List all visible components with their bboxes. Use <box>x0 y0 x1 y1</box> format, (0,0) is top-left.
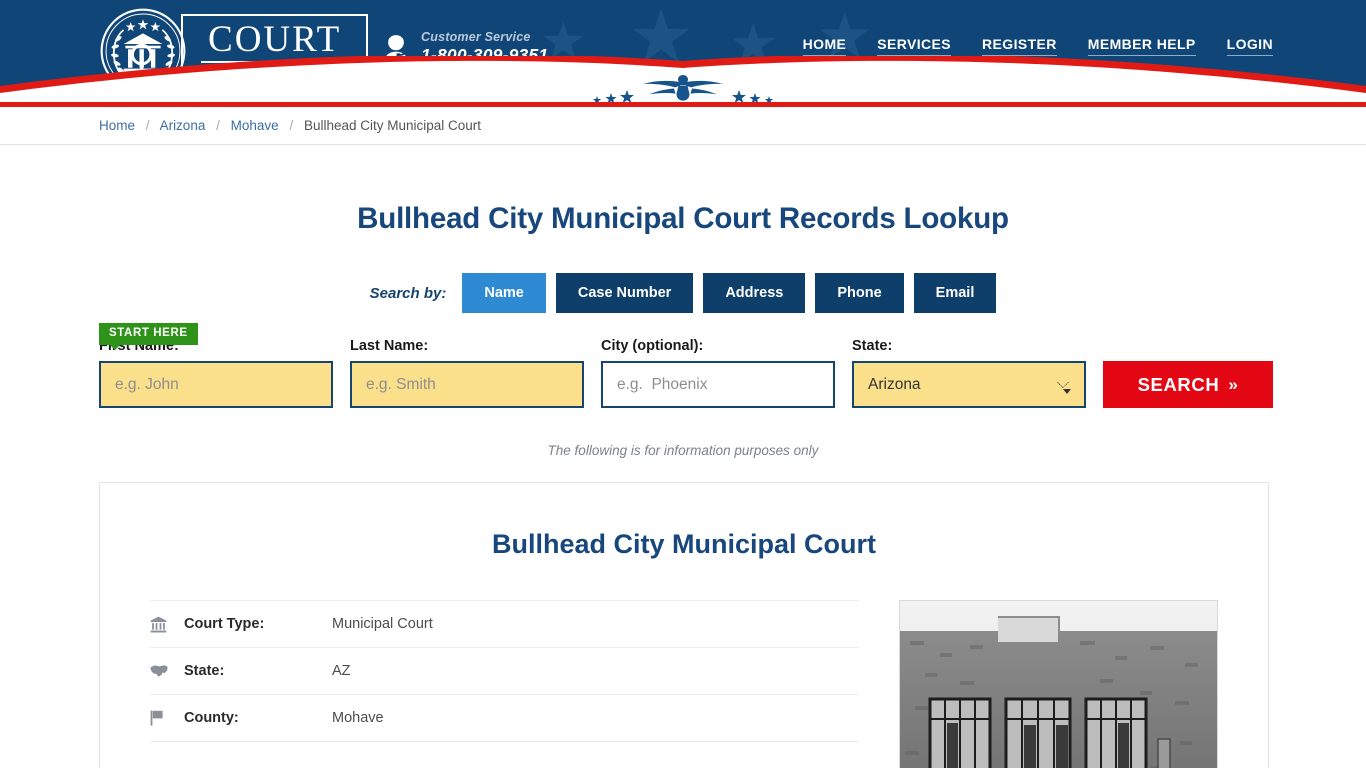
page-title: Bullhead City Municipal Court Records Lo… <box>357 202 1009 235</box>
detail-value: Mohave <box>332 710 384 726</box>
detail-key: State: <box>184 663 225 679</box>
breadcrumb-bar: Home / Arizona / Mohave / Bullhead City … <box>0 107 1366 145</box>
state-field-group: State: Arizona <box>852 338 1086 408</box>
main-navigation: HOME SERVICES REGISTER MEMBER HELP LOGIN <box>802 36 1273 56</box>
table-row: Court Type: Municipal Court <box>150 600 859 647</box>
last-name-label: Last Name: <box>350 338 429 354</box>
nav-item-services[interactable]: SERVICES <box>877 36 952 56</box>
nav-item-login[interactable]: LOGIN <box>1226 36 1273 56</box>
first-name-input[interactable] <box>99 361 333 408</box>
site-logo[interactable]: COURT CASE FINDER <box>99 8 369 94</box>
court-info-card: Bullhead City Municipal Court Court Type… <box>99 482 1269 768</box>
double-chevron-right-icon: » <box>1228 374 1239 394</box>
court-info-body: Court Type: Municipal Court State: AZ Co… <box>150 600 1218 768</box>
city-input[interactable] <box>601 361 835 408</box>
flag-icon <box>150 710 184 726</box>
court-detail-table: Court Type: Municipal Court State: AZ Co… <box>150 600 859 768</box>
breadcrumb-item-home[interactable]: Home <box>99 118 135 133</box>
logo-divider <box>201 61 349 64</box>
logo-sub-text: CASE FINDER <box>204 66 351 81</box>
detail-key: Court Type: <box>184 616 265 632</box>
disclaimer-text: The following is for information purpose… <box>547 443 819 458</box>
customer-service-phone[interactable]: 1-800-309-9351 <box>421 45 548 66</box>
court-seal-icon <box>100 8 186 94</box>
search-by-tabs: Search by: Name Case Number Address Phon… <box>93 273 1273 313</box>
detail-key: County: <box>184 710 239 726</box>
bank-courthouse-icon <box>150 616 184 633</box>
breadcrumb-item-mohave[interactable]: Mohave <box>231 118 279 133</box>
logo-main-text: COURT <box>208 19 342 61</box>
tab-phone[interactable]: Phone <box>815 273 904 313</box>
breadcrumb-separator: / <box>216 118 220 133</box>
search-button[interactable]: SEARCH » <box>1103 361 1273 408</box>
first-name-field-group: First Name: <box>99 338 333 408</box>
table-row-bottom-rule <box>150 741 859 749</box>
tab-email[interactable]: Email <box>913 273 997 313</box>
logo-wordmark: COURT CASE FINDER <box>181 14 369 88</box>
eagle-crest-icon <box>592 75 774 102</box>
search-by-label: Search by: <box>369 284 447 302</box>
start-here-badge: START HERE <box>99 323 198 350</box>
courthouse-building-photo <box>898 600 1218 768</box>
nav-item-register[interactable]: REGISTER <box>982 36 1057 56</box>
search-form: First Name: Last Name: City (optional): … <box>93 338 1273 408</box>
tab-case-number[interactable]: Case Number <box>555 273 694 313</box>
last-name-field-group: Last Name: <box>350 338 584 408</box>
headset-support-icon <box>384 32 408 63</box>
tab-address[interactable]: Address <box>703 273 806 313</box>
customer-service-block[interactable]: Customer Service 1-800-309-9351 <box>381 30 548 66</box>
search-button-label: SEARCH <box>1137 373 1220 395</box>
breadcrumb: Home / Arizona / Mohave / Bullhead City … <box>93 107 1273 144</box>
breadcrumb-item-arizona[interactable]: Arizona <box>160 118 206 133</box>
site-header: ★ ★ ★ ★ COURT CASE FINDER Customer Servi… <box>0 0 1366 102</box>
detail-value: Municipal Court <box>332 616 433 632</box>
state-select[interactable]: Arizona <box>852 361 1086 408</box>
detail-value: AZ <box>332 663 351 679</box>
table-row: County: Mohave <box>150 694 859 741</box>
nav-item-member-help[interactable]: MEMBER HELP <box>1087 36 1196 56</box>
us-map-icon <box>150 664 184 678</box>
page-content: Bullhead City Municipal Court Records Lo… <box>93 145 1273 768</box>
table-row: State: AZ <box>150 647 859 694</box>
tab-name[interactable]: Name <box>462 273 546 313</box>
customer-service-label: Customer Service <box>421 30 531 44</box>
city-label: City (optional): <box>601 338 704 354</box>
court-name-title: Bullhead City Municipal Court <box>491 529 876 559</box>
nav-item-home[interactable]: HOME <box>802 36 847 56</box>
breadcrumb-item-current: Bullhead City Municipal Court <box>303 118 482 133</box>
state-label: State: <box>852 338 893 354</box>
breadcrumb-separator: / <box>145 118 150 133</box>
last-name-input[interactable] <box>350 361 584 408</box>
city-field-group: City (optional): <box>601 338 835 408</box>
breadcrumb-separator: / <box>289 118 294 133</box>
